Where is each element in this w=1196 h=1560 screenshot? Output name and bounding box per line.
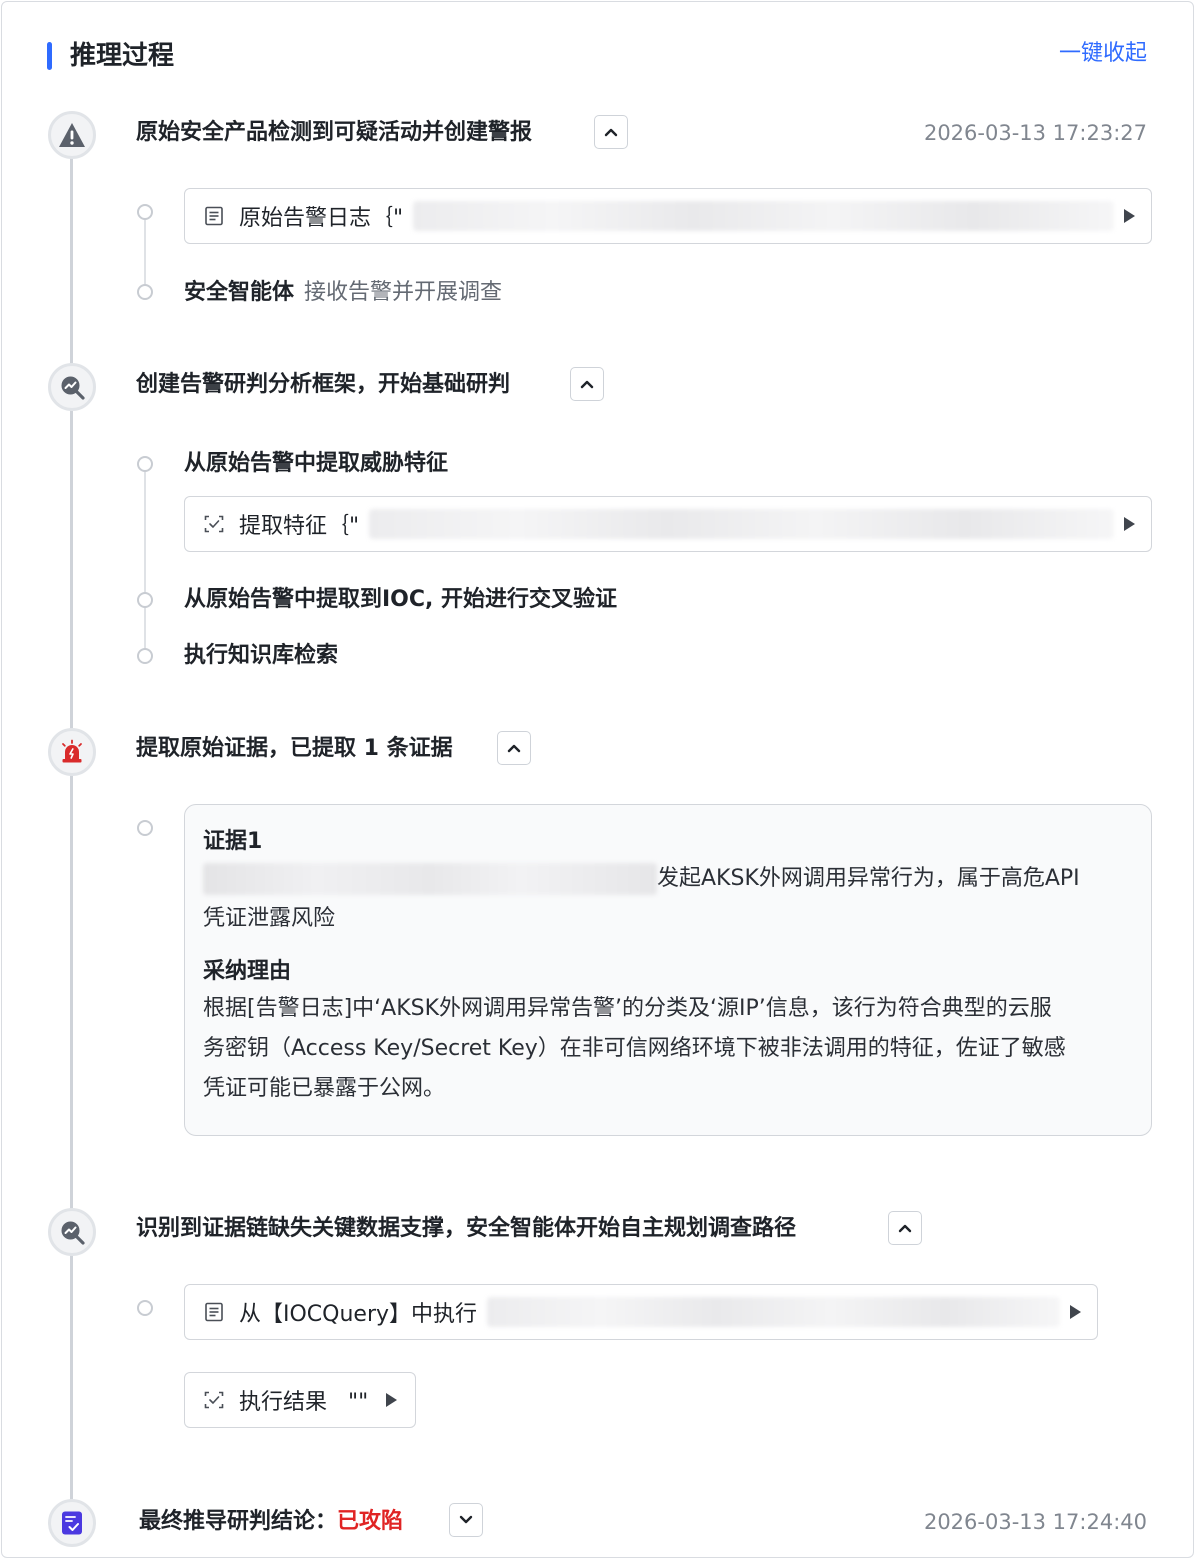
alarm-icon: [48, 728, 96, 776]
chevron-up-icon: [580, 380, 594, 389]
redacted-content: [487, 1297, 1060, 1327]
step-4-toggle-button[interactable]: [888, 1211, 922, 1245]
step-1-toggle-button[interactable]: [594, 115, 628, 149]
chevron-up-icon: [604, 128, 618, 137]
step-1-title: 原始安全产品检测到可疑活动并创建警报: [136, 120, 533, 145]
scan-icon: [204, 1391, 224, 1409]
step-2-title: 创建告警研判分析框架，开始基础研判: [136, 372, 511, 397]
raw-alert-log-label: 原始告警日志｛": [239, 206, 404, 231]
evidence-heading: 证据1: [203, 829, 263, 854]
document-icon: [205, 206, 223, 226]
step-2-toggle-button[interactable]: [570, 367, 604, 401]
step-3-title: 提取原始证据，已提取 1 条证据: [136, 736, 453, 761]
timeline-line: [70, 152, 73, 1512]
step-1-timestamp: 2026-03-13 17:23:27: [923, 121, 1147, 145]
redacted-content: [369, 509, 1114, 539]
sub-dot: [137, 456, 153, 472]
analysis-icon: [48, 363, 96, 411]
execution-result-expander[interactable]: 执行结果 "": [184, 1372, 416, 1428]
final-conclusion-label: 最终推导研判结论：: [139, 1509, 338, 1534]
sub-dot: [137, 648, 153, 664]
step-4-title: 识别到证据链缺失关键数据支撑，安全智能体开始自主规划调查路径: [136, 1216, 797, 1241]
sub-dot: [137, 204, 153, 220]
play-arrow-icon: [1070, 1305, 1081, 1319]
play-arrow-icon: [1124, 209, 1135, 223]
redacted-content: [413, 201, 1114, 231]
agent-name: 安全智能体: [184, 280, 295, 305]
play-arrow-icon: [1124, 517, 1135, 531]
iocquery-label: 从【IOCQuery】中执行: [239, 1302, 478, 1327]
step-3-toggle-button[interactable]: [497, 731, 531, 765]
agent-status: 安全智能体 接收告警并开展调查: [184, 277, 502, 309]
extract-features-label: 提取特征｛": [239, 514, 360, 539]
chevron-down-icon: [459, 1515, 473, 1524]
title-accent-bar: [47, 42, 52, 70]
step-5-toggle-button[interactable]: [449, 1503, 483, 1537]
step-5-timestamp: 2026-03-13 17:24:40: [923, 1510, 1147, 1534]
warning-icon: [48, 111, 96, 159]
reason-line-3: 凭证可能已暴露于公网。: [203, 1076, 446, 1101]
analysis-icon: [48, 1208, 96, 1256]
scan-icon: [204, 515, 224, 533]
document-icon: [205, 1302, 223, 1322]
evidence-description: 发起AKSK外网调用异常行为，属于高危API: [203, 859, 1133, 899]
redacted-content: [203, 863, 657, 895]
final-conclusion-title: 最终推导研判结论：已攻陷: [139, 1506, 403, 1538]
play-arrow-icon: [386, 1393, 398, 1407]
sub-dot: [137, 820, 153, 836]
sub-dot: [137, 284, 153, 300]
reason-line-1: 根据[告警日志]中‘AKSK外网调用异常告警’的分类及‘源IP’信息，该行为符合…: [203, 996, 1052, 1021]
iocquery-expander[interactable]: 从【IOCQuery】中执行: [184, 1284, 1098, 1340]
knowledge-base-search-text: 执行知识库检索: [184, 643, 339, 668]
ioc-cross-validation-text: 从原始告警中提取到IOC, 开始进行交叉验证: [184, 587, 618, 612]
agent-action: 接收告警并开展调查: [304, 280, 503, 305]
reason-heading: 采纳理由: [203, 959, 292, 984]
raw-alert-log-expander[interactable]: 原始告警日志｛": [184, 188, 1152, 244]
final-status-compromised: 已攻陷: [337, 1509, 404, 1534]
reason-line-2: 务密钥（Access Key/Secret Key）在非可信网络环境下被非法调用…: [203, 1036, 1066, 1061]
sub-dot: [137, 592, 153, 608]
evidence-card: 证据1 发起AKSK外网调用异常行为，属于高危API 凭证泄露风险 采纳理由 根…: [184, 804, 1152, 1136]
step-2-sub-line: [144, 464, 146, 656]
reasoning-panel: 推理过程 一键收起 原始安全产品检测到可疑活动并创建警报 2026-03-13 …: [1, 1, 1194, 1558]
execution-result-label: 执行结果 "": [239, 1390, 369, 1415]
sub-dot: [137, 1300, 153, 1316]
extract-threat-features-text: 从原始告警中提取威胁特征: [184, 451, 449, 476]
chevron-up-icon: [507, 744, 521, 753]
extract-features-expander[interactable]: 提取特征｛": [184, 496, 1152, 552]
evidence-line-1: 发起AKSK外网调用异常行为，属于高危API: [657, 866, 1080, 891]
collapse-all-link[interactable]: 一键收起: [1059, 38, 1147, 70]
step-1-sub-line: [144, 212, 146, 292]
checklist-icon: [48, 1499, 96, 1547]
panel-title: 推理过程: [70, 41, 175, 71]
evidence-line-2: 凭证泄露风险: [203, 906, 336, 931]
chevron-up-icon: [898, 1224, 912, 1233]
